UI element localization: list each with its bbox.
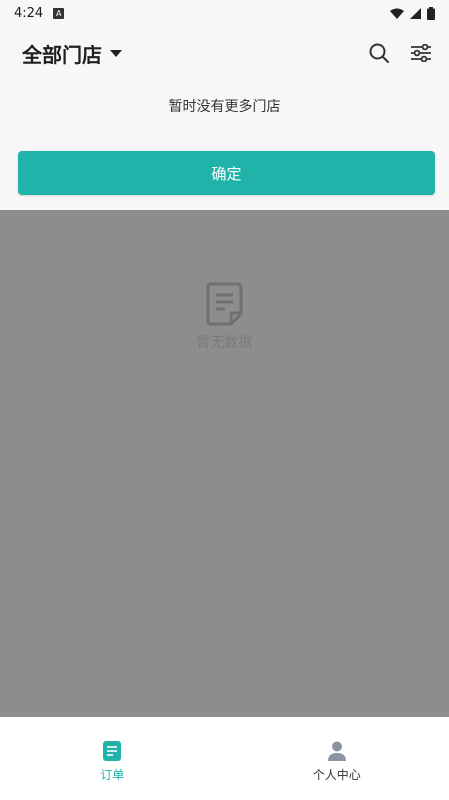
empty-state: 暂无数据 bbox=[0, 282, 449, 352]
wifi-icon bbox=[390, 8, 404, 19]
tab-profile-label: 个人中心 bbox=[312, 768, 361, 782]
store-title: 全部门店 bbox=[22, 42, 102, 67]
bottom-tab-bar: 订单 个人中心 bbox=[0, 717, 449, 800]
filter-sliders-icon bbox=[411, 44, 431, 62]
tab-orders[interactable]: 订单 bbox=[0, 717, 225, 800]
header: 全部门店 bbox=[0, 30, 449, 76]
document-icon bbox=[206, 282, 242, 326]
tab-orders-label: 订单 bbox=[100, 768, 125, 782]
store-dropdown[interactable]: 全部门店 bbox=[22, 39, 122, 68]
search-button[interactable] bbox=[367, 41, 391, 65]
status-time: 4:24 bbox=[14, 5, 44, 21]
order-icon bbox=[103, 741, 122, 761]
status-bar: 4:24 A bbox=[0, 0, 449, 26]
person-icon bbox=[327, 741, 346, 761]
search-icon bbox=[369, 43, 389, 63]
store-selector-screen: 4:24 A 全部门店 暂时没有更多门店 确定 暂无数据 订单 个人中心 bbox=[0, 0, 449, 800]
no-more-stores-text: 暂时没有更多门店 bbox=[168, 99, 281, 115]
signal-icon bbox=[410, 7, 421, 19]
filter-button[interactable] bbox=[409, 41, 433, 65]
caret-down-icon bbox=[110, 49, 122, 57]
tab-profile[interactable]: 个人中心 bbox=[225, 717, 449, 800]
empty-state-text: 暂无数据 bbox=[196, 335, 253, 351]
battery-icon bbox=[427, 6, 435, 20]
notification-a-icon: A bbox=[53, 7, 65, 19]
confirm-button[interactable]: 确定 bbox=[18, 151, 435, 195]
